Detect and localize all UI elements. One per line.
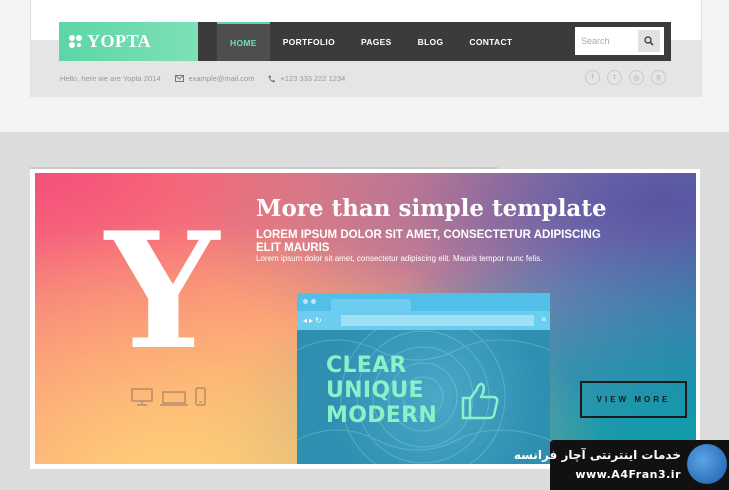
watermark-title: خدمات اینترنتی آچار فرانسه xyxy=(513,448,681,462)
tagline-line-unique: UNIQUE xyxy=(326,378,424,403)
tagline-line-modern: MODERN xyxy=(326,403,438,428)
contact-info-bar: Hello, here we are Yopta 2014 example@ma… xyxy=(60,74,359,83)
banner-subtitle: LOREM IPSUM DOLOR SIT AMET, CONSECTETUR … xyxy=(256,229,601,254)
browser-menu-icon: ≡ xyxy=(541,315,546,324)
search-input[interactable] xyxy=(575,35,643,47)
envelope-icon xyxy=(174,75,184,82)
brand-letter: Y xyxy=(105,197,220,385)
email-link[interactable]: example@mail.com xyxy=(189,74,255,83)
nav-item-portfolio[interactable]: PORTFOLIO xyxy=(270,22,348,61)
watermark-url: www.A4Fran3.ir xyxy=(575,468,681,481)
browser-toolbar: ◂▸↻ ≡ xyxy=(297,311,550,330)
search-button[interactable] xyxy=(638,30,660,52)
browser-illustration: ◂▸↻ ≡ CLEAR UNIQUE MODERN xyxy=(297,293,550,464)
google-plus-icon[interactable]: g xyxy=(651,70,666,85)
device-icons xyxy=(131,387,212,406)
browser-tab xyxy=(331,299,411,311)
nav-item-home[interactable]: HOME xyxy=(217,22,270,61)
dribbble-icon[interactable]: ◎ xyxy=(629,70,644,85)
phone-device-icon xyxy=(195,387,206,406)
browser-nav-arrows-icon: ◂▸↻ xyxy=(303,316,324,325)
nav-item-contact[interactable]: CONTACT xyxy=(456,22,525,61)
welcome-item: Hello, here we are Yopta 2014 xyxy=(60,74,161,83)
logo-icon xyxy=(69,35,85,49)
watermark-logo-icon xyxy=(687,444,727,484)
nav-menu: HOME PORTFOLIO PAGES BLOG CONTACT xyxy=(217,22,525,61)
twitter-icon[interactable]: t xyxy=(607,70,622,85)
hero-banner: Y More than simple template LOREM IPSUM … xyxy=(35,173,696,464)
phone-icon xyxy=(269,75,276,82)
browser-content: CLEAR UNIQUE MODERN xyxy=(297,330,550,464)
phone-number: +123 333 222 1234 xyxy=(280,74,346,83)
browser-address-bar xyxy=(341,315,534,326)
facebook-icon[interactable]: f xyxy=(585,70,600,85)
social-links: f t ◎ g xyxy=(585,70,673,85)
welcome-text: Hello, here we are Yopta 2014 xyxy=(60,74,161,83)
site-watermark: خدمات اینترنتی آچار فرانسه www.A4Fran3.i… xyxy=(514,440,729,490)
tagline-line-clear: CLEAR xyxy=(326,353,407,378)
browser-tagline: CLEAR UNIQUE MODERN xyxy=(326,353,437,428)
email-item: example@mail.com xyxy=(174,74,255,83)
logo-text: YOPTA xyxy=(87,31,152,51)
nav-item-blog[interactable]: BLOG xyxy=(405,22,457,61)
desktop-icon xyxy=(131,388,153,406)
laptop-icon xyxy=(160,391,188,406)
search-icon xyxy=(644,36,654,46)
view-more-button[interactable]: VIEW MORE xyxy=(580,381,687,418)
thumbs-up-icon xyxy=(461,382,499,420)
logo[interactable]: YOPTA xyxy=(59,22,198,61)
browser-titlebar xyxy=(297,293,550,311)
phone-item: +123 333 222 1234 xyxy=(268,74,345,83)
nav-item-pages[interactable]: PAGES xyxy=(348,22,405,61)
banner-title: More than simple template xyxy=(256,195,607,222)
banner-description: Lorem ipsum dolor sit amet, consectetur … xyxy=(256,254,543,263)
navbar: YOPTA HOME PORTFOLIO PAGES BLOG CONTACT xyxy=(59,22,671,61)
search-box xyxy=(575,27,664,55)
